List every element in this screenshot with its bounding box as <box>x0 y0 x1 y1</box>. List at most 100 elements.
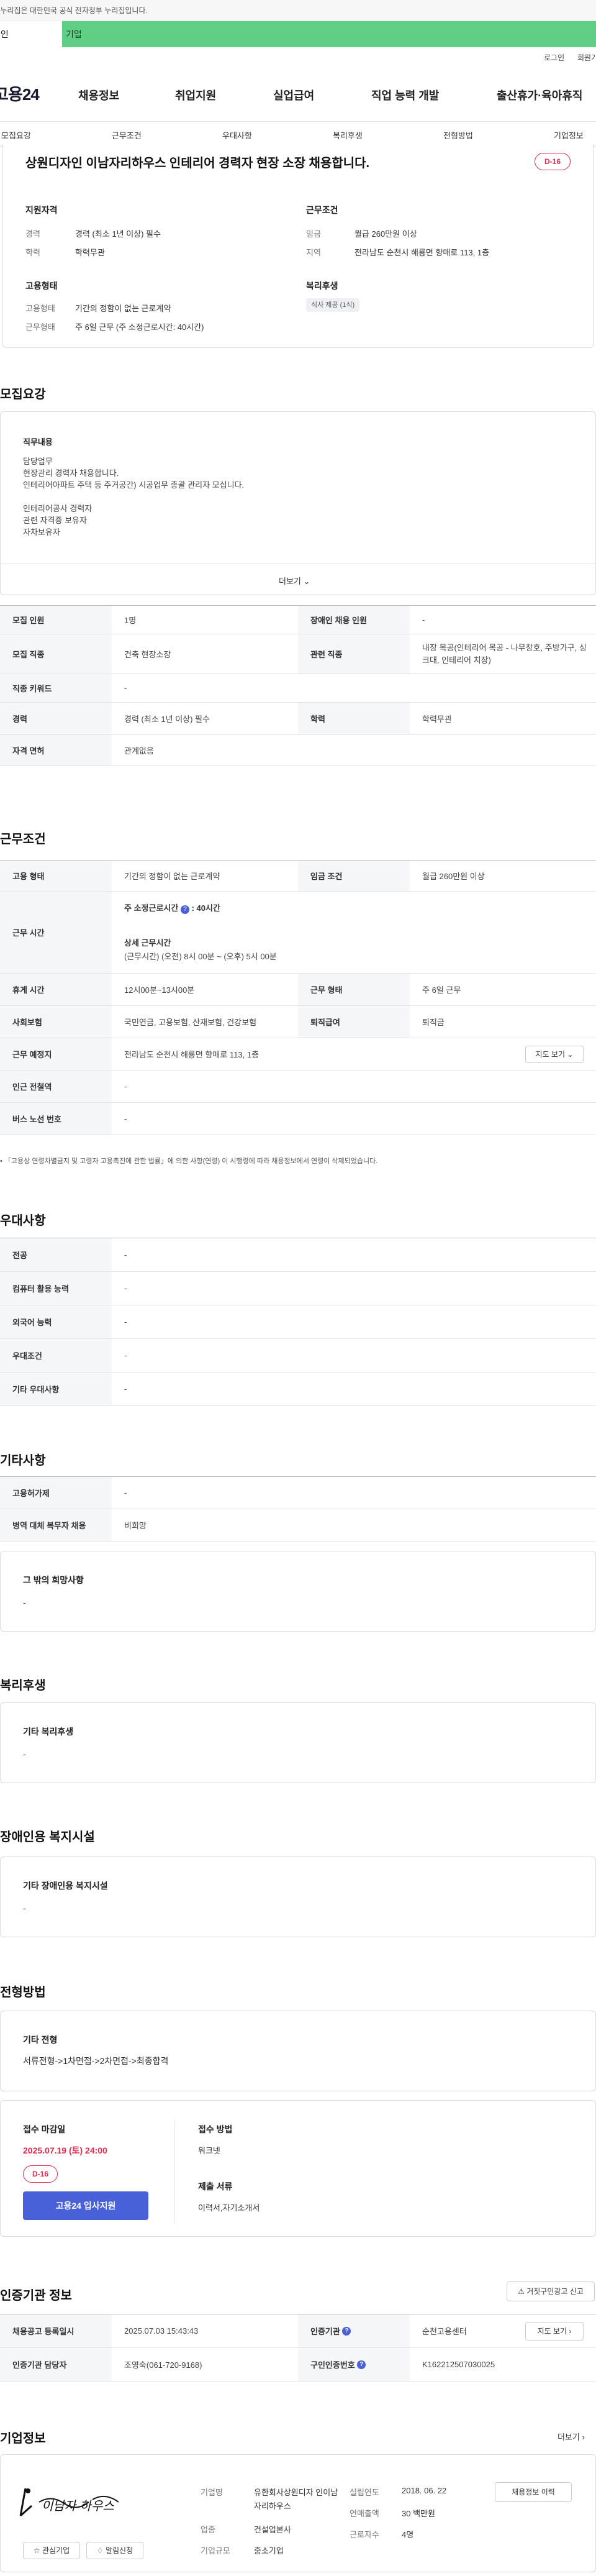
table-header: 병역 대체 복무자 채용 <box>0 1509 112 1541</box>
subnav-company[interactable]: 기업정보 <box>554 129 584 141</box>
nav-parental-leave[interactable]: 출산휴가·육아휴직 <box>497 87 582 103</box>
cert-section-title: 인증기관 정보 <box>0 2289 72 2303</box>
job-title: 상원디자인 이남자리하우스 인테리어 경력자 현장 소장 채용합니다. <box>25 157 370 170</box>
table-cell: 기간의 정함이 없는 근로계약 <box>124 872 220 881</box>
nav-skills-development[interactable]: 직업 능력 개발 <box>371 87 439 103</box>
info-icon[interactable]: ? <box>180 905 189 914</box>
hours-main-value: : 40시간 <box>191 903 220 913</box>
subnav-recruit[interactable]: 모집요강 <box>1 129 31 141</box>
cond-wage-value: 월급 260만원 이상 <box>354 229 417 239</box>
cond-wage-key: 임금 <box>306 229 321 239</box>
welfare-box: 기타 복리후생 - <box>0 1702 596 1783</box>
table-cell: 비희망 <box>124 1521 147 1530</box>
company-more-link[interactable]: 더보기 › <box>558 2431 585 2442</box>
table-cell: 주 6일 근무 <box>422 985 461 995</box>
pref-table: 전공 - 컴퓨터 활용 능력 - 외국어 능력 - 우대조건 - 기타 우대사항… <box>0 1238 596 1406</box>
table-header: 채용공고 등록일시 <box>0 2314 112 2347</box>
duty-line: 관련 자격증 보유자 <box>23 516 87 525</box>
process-section-title: 전형방법 <box>0 1986 46 1999</box>
duty-more-label: 더보기 <box>279 577 301 586</box>
table-header: 근무 형태 <box>298 974 410 1005</box>
nav-jobs[interactable]: 채용정보 <box>78 87 119 103</box>
star-icon: ☆ <box>33 2546 40 2555</box>
duty-more-button[interactable]: 더보기 ⌄ <box>279 575 310 587</box>
duty-line: 인테리어아파트 주택 등 주거공간) 시공업무 총괄 관리자 모십니다. <box>23 480 245 490</box>
table-cell: - <box>124 683 127 693</box>
table-cell: 조영숙(061-720-9168) <box>124 2360 202 2370</box>
apply-button[interactable]: 고용24 입사지원 <box>23 2191 148 2220</box>
tab-person[interactable]: 개인 <box>0 21 62 47</box>
table-row: 모집 직종 건축 현장소장 관련 직종 내장 목공(인테리어 목공 - 나무창호… <box>0 634 596 674</box>
table-cell: 내장 목공(인테리어 목공 - 나무창호, 주방가구, 싱크대, 인테리어 치장… <box>422 642 587 665</box>
login-link[interactable]: 로그인 <box>544 52 564 63</box>
table-cell: K162212507030025 <box>422 2360 495 2369</box>
table-row: 근무 시간 주 소정근로시간 ? : 40시간 상세 근무시간 (근무시간) (… <box>0 892 596 974</box>
etc-wish-box: 그 밖의 희망사항 - <box>0 1551 596 1632</box>
table-row: 버스 노선 번호 - <box>0 1103 596 1135</box>
agency-map-button[interactable]: 지도 보기 › <box>525 2322 584 2341</box>
hours-main-label: 주 소정근로시간 <box>124 903 179 913</box>
table-cell: - <box>422 615 425 624</box>
cert-number-key: 구인인증번호 <box>310 2360 355 2370</box>
table-row: 기타 우대사항 - <box>0 1372 596 1406</box>
table-header: 장애인 채용 인원 <box>298 606 410 634</box>
report-fake-ad-button[interactable]: ⚠ 거짓구인광고 신고 <box>507 2281 595 2301</box>
nav-unemployment-benefit[interactable]: 실업급여 <box>273 87 314 103</box>
company-employees-key: 근로자수 <box>350 2530 379 2539</box>
chevron-right-icon: › <box>569 2327 572 2336</box>
join-link[interactable]: 회원가입 <box>577 52 596 63</box>
company-logo: 이남자 하우스 <box>14 2483 138 2521</box>
info-icon[interactable]: ? <box>357 2360 366 2369</box>
duty-box: 직무내용 담당업무 현장관리 경력자 채용합니다. 인테리어아파트 주택 등 주… <box>0 411 596 595</box>
info-icon[interactable]: ? <box>342 2326 351 2336</box>
table-row: 고용 형태 기간의 정함이 없는 근로계약 임금 조건 월급 260만원 이상 <box>0 861 596 892</box>
table-header: 인증기관 담당자 <box>0 2348 112 2381</box>
table-row: 외국어 능력 - <box>0 1305 596 1339</box>
company-more-label: 더보기 <box>558 2432 580 2442</box>
subnav-process[interactable]: 전형방법 <box>443 129 473 141</box>
cond-region-key: 지역 <box>306 248 321 257</box>
cond-heading: 근무조건 <box>306 205 338 215</box>
hours-main: 주 소정근로시간 ? : 40시간 <box>124 902 220 914</box>
company-name-key: 기업명 <box>201 2488 223 2497</box>
method-value: 워크넷 <box>198 2146 220 2155</box>
duty-line: 담당업무 <box>23 457 53 466</box>
age-note: • 「고용상 연령차별금지 및 고령자 고용촉진에 관한 법률」에 의한 사항(… <box>0 1158 378 1165</box>
workcond-section-title: 근무조건 <box>0 833 46 846</box>
map-view-label: 지도 보기 <box>535 1050 566 1059</box>
favorite-company-button[interactable]: ☆ 관심기업 <box>23 2542 80 2559</box>
warning-icon: ⚠ <box>518 2287 525 2296</box>
subnav-workcond[interactable]: 근무조건 <box>112 129 142 141</box>
table-header: 컴퓨터 활용 능력 <box>0 1272 112 1305</box>
site-logo-text: 고용24 <box>0 85 40 104</box>
pref-section-title: 우대사항 <box>0 1214 46 1228</box>
etc-wish-value: - <box>23 1597 26 1607</box>
subscribe-label: 알림신청 <box>105 2546 133 2555</box>
table-row: 직종 키워드 - <box>0 674 596 703</box>
tab-person-label: 개인 <box>0 29 9 39</box>
table-cell: - <box>124 1284 127 1293</box>
table-cell: - <box>124 1384 127 1394</box>
company-founded-key: 설립연도 <box>350 2488 379 2497</box>
welfare-box-value: - <box>23 1749 26 1759</box>
emp-type-key: 고용형태 <box>25 304 55 313</box>
table-header: 외국어 능력 <box>0 1305 112 1338</box>
nav-employment-support[interactable]: 취업지원 <box>175 87 216 103</box>
disab-box: 기타 장애인용 복지시설 - <box>0 1857 596 1937</box>
section-subnav: 모집요강 근무조건 우대사항 복리후생 전형방법 기업정보 <box>0 122 596 147</box>
subnav-welfare[interactable]: 복리후생 <box>333 129 363 141</box>
hire-history-button[interactable]: 채용정보 이력 <box>495 2482 572 2502</box>
table-header: 사회보험 <box>0 1006 112 1038</box>
tab-company[interactable]: 기업 <box>62 21 596 47</box>
subscribe-button[interactable]: ♢ 알림신청 <box>86 2542 143 2559</box>
table-header: 전공 <box>0 1238 112 1271</box>
workcond-table: 고용 형태 기간의 정함이 없는 근로계약 임금 조건 월급 260만원 이상 … <box>0 860 596 1135</box>
map-view-button[interactable]: 지도 보기 ⌄ <box>525 1046 584 1063</box>
table-header: 인근 전철역 <box>0 1071 112 1102</box>
subnav-pref[interactable]: 우대사항 <box>222 129 252 141</box>
company-industry-value: 건설업본사 <box>254 2525 291 2534</box>
company-founded-value: 2018. 06. 22 <box>402 2486 447 2495</box>
table-row: 컴퓨터 활용 능력 - <box>0 1272 596 1305</box>
etc-wish-heading: 그 밖의 희망사항 <box>23 1575 84 1585</box>
qual-career-key: 경력 <box>25 229 40 239</box>
